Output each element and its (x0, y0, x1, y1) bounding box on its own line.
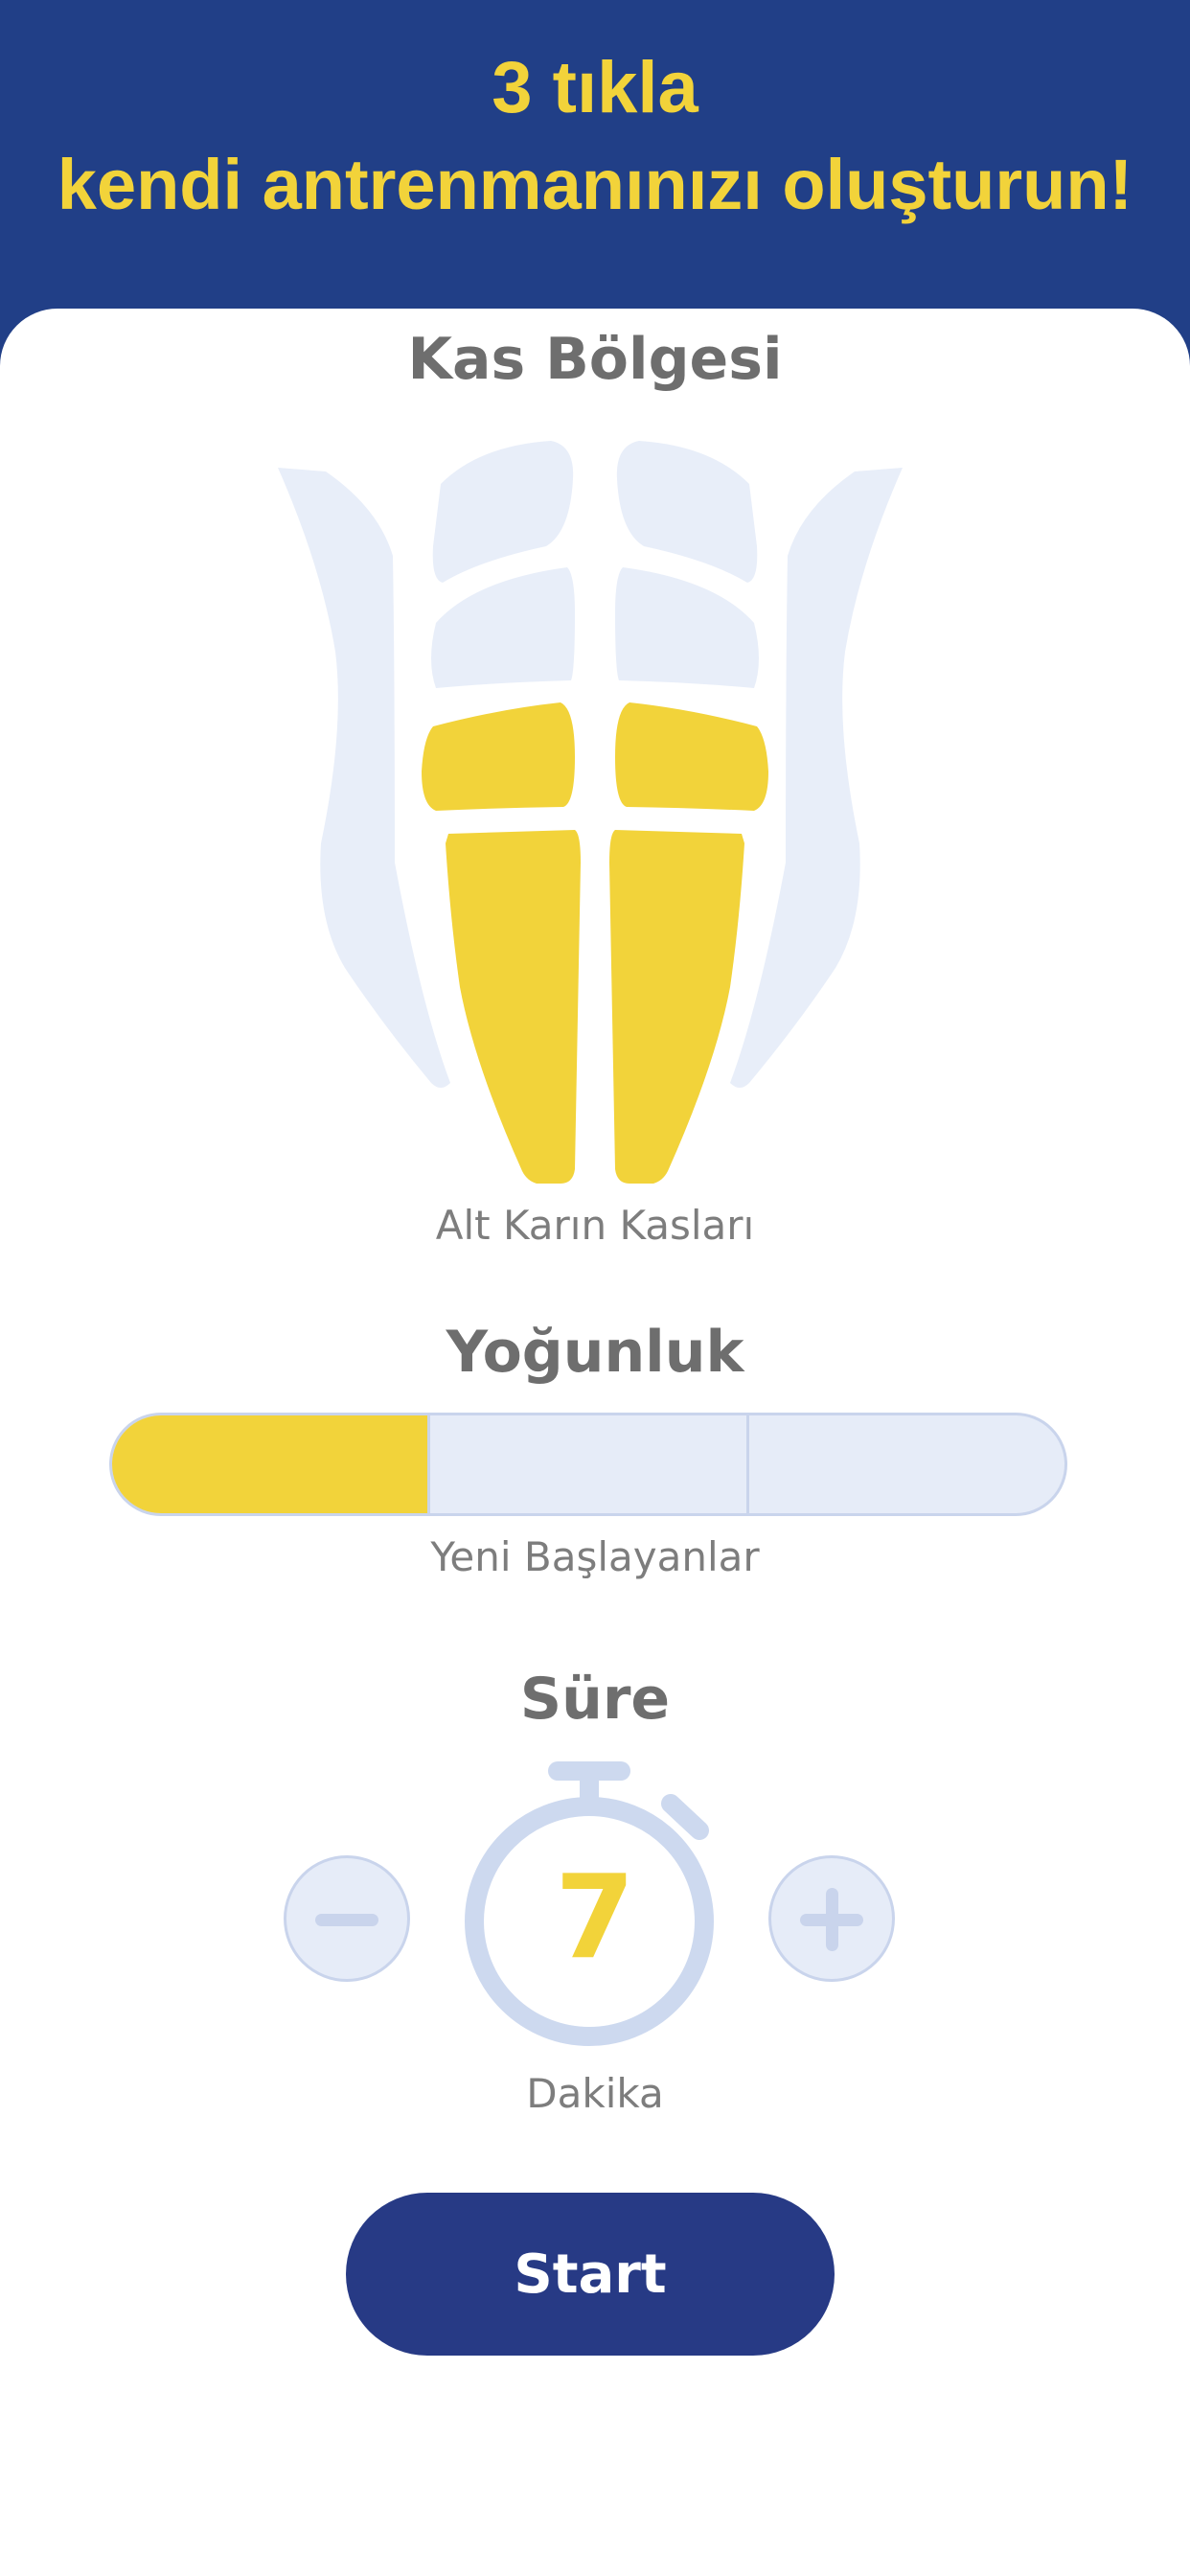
increase-duration-button[interactable] (768, 1855, 895, 1982)
selected-muscle-label: Alt Karın Kasları (435, 1202, 755, 1249)
lower-ab-left-upper[interactable] (422, 702, 575, 811)
duration-title: Süre (519, 1666, 671, 1733)
lower-ab-left-lower[interactable] (446, 830, 581, 1184)
intensity-selector[interactable] (109, 1413, 1067, 1516)
abdominal-muscle-map (278, 441, 903, 1184)
upper-ab-left-2[interactable] (431, 567, 575, 688)
duration-unit: Dakika (526, 2070, 664, 2117)
start-button[interactable]: Start (346, 2193, 835, 2356)
minus-icon (315, 1914, 378, 1926)
upper-ab-left-1[interactable] (432, 441, 574, 583)
decrease-duration-button[interactable] (284, 1855, 410, 1982)
upper-ab-right-1[interactable] (616, 441, 758, 583)
intensity-level-3[interactable] (749, 1415, 1064, 1513)
plus-icon (826, 1888, 838, 1951)
intensity-level-1[interactable] (112, 1415, 431, 1513)
duration-value: 7 (555, 1852, 635, 1985)
upper-ab-right-2[interactable] (615, 567, 759, 688)
intensity-level-2[interactable] (430, 1415, 749, 1513)
intensity-title: Yoğunluk (446, 1319, 744, 1386)
lower-ab-right-upper[interactable] (615, 702, 768, 811)
lower-ab-right-lower[interactable] (609, 830, 744, 1184)
intensity-level-label: Yeni Başlayanlar (430, 1533, 760, 1580)
